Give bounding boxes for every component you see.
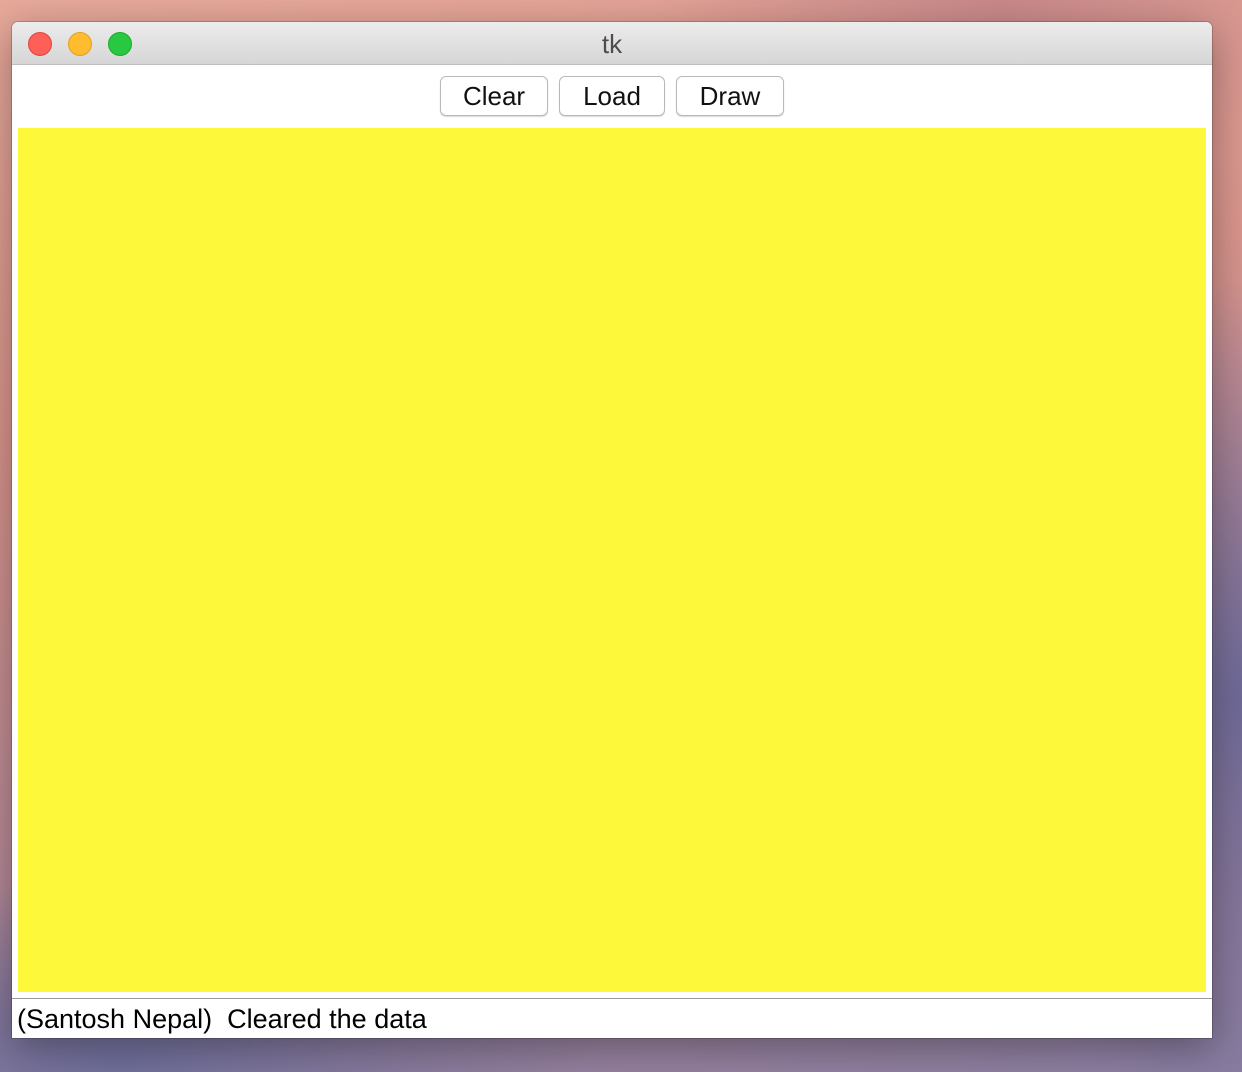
title-bar[interactable]: tk xyxy=(12,22,1212,65)
drawing-canvas[interactable] xyxy=(18,128,1206,992)
status-bar: (Santosh Nepal) Cleared the data xyxy=(12,998,1212,1038)
app-window: tk Clear Load Draw (Santosh Nepal) Clear… xyxy=(12,22,1212,1038)
window-title: tk xyxy=(601,29,623,59)
clear-button[interactable]: Clear xyxy=(440,76,548,116)
toolbar: Clear Load Draw xyxy=(12,66,1212,126)
draw-button[interactable]: Draw xyxy=(676,76,784,116)
load-button[interactable]: Load xyxy=(559,76,665,116)
